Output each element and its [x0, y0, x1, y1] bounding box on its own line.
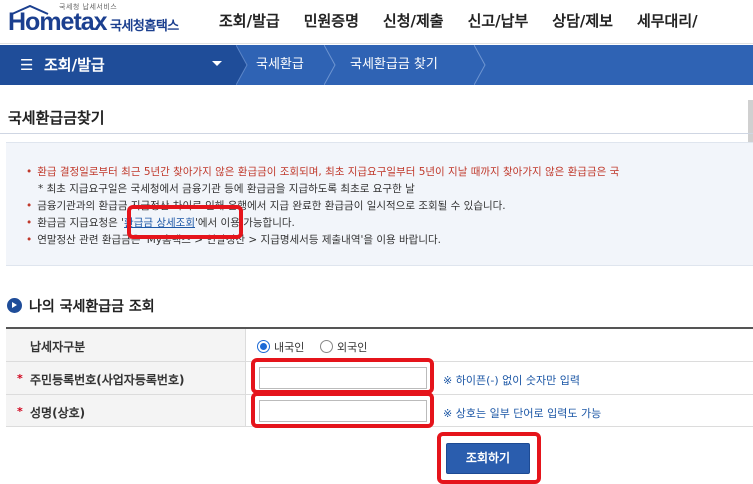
notice-item-expiry: • 환급 결정일로부터 최근 5년간 찾아가지 않은 환급금이 조회되며, 최초 …	[26, 166, 620, 178]
label-cell: * 주민등록번호(사업자등록번호)	[6, 362, 246, 394]
title-divider	[0, 133, 753, 134]
circle-arrow-icon	[7, 298, 22, 313]
highlight-box-link	[127, 205, 243, 239]
location-bar: ☰ 조회/발급 국세환급 국세환급금 찾기	[0, 45, 753, 85]
nav-filing-payment[interactable]: 신고/납부	[459, 0, 538, 44]
breadcrumb-separator-icon	[474, 45, 486, 85]
name-hint: ※ 상호는 일부 단어로 입력도 가능	[443, 407, 602, 420]
notice-text: 환급금 지급요청은 '	[37, 217, 125, 229]
id-number-hint: ※ 하이픈(-) 없이 숫자만 입력	[443, 374, 580, 387]
logo-text: Hometax	[8, 8, 108, 36]
highlight-box-button	[437, 432, 541, 484]
label-cell: * 성명(상호)	[6, 395, 246, 426]
hometax-logo[interactable]: 국세청 납세서비스 Hometax 국세청홈택스	[6, 2, 192, 42]
nav-application[interactable]: 신청/제출	[374, 0, 453, 44]
radio-foreign[interactable]	[320, 340, 333, 353]
notice-sub-item: * 최초 지급요구일은 국세청에서 금융기관 등에 환급금을 지급하도록 최초로…	[38, 183, 415, 195]
nav-civil-certificate[interactable]: 민원증명	[295, 0, 368, 44]
required-mark: *	[17, 372, 23, 385]
radio-foreign-label[interactable]: 외국인	[337, 339, 367, 355]
page-title: 국세환급금찾기	[8, 109, 105, 127]
notice-text: 금융기관과의 환급금 지급정산 차이로 인해 은행에서 지급 완료한 환급금이 …	[37, 200, 506, 212]
taxpayer-type-label: 납세자구분	[30, 340, 86, 354]
notice-item-settlement: • 금융기관과의 환급금 지급정산 차이로 인해 은행에서 지급 완료한 환급금이…	[26, 200, 506, 212]
label-cell: 납세자구분	[6, 329, 246, 361]
notice-text: 환급 결정일로부터 최근 5년간 찾아가지 않은 환급금이 조회되며, 최초 지…	[37, 166, 620, 178]
location-menu-label: 조회/발급	[44, 56, 105, 74]
logo-korean-text: 국세청홈택스	[110, 19, 179, 34]
required-mark: *	[17, 405, 23, 418]
nav-consult-report[interactable]: 상담/제보	[543, 0, 622, 44]
notice-box: • 환급 결정일로부터 최근 5년간 찾아가지 않은 환급금이 조회되며, 최초 …	[6, 142, 753, 266]
highlight-box-id	[251, 358, 434, 394]
nav-tax-agent[interactable]: 세무대리/	[628, 0, 707, 44]
name-label: 성명(상호)	[30, 406, 86, 420]
radio-domestic[interactable]	[257, 340, 270, 353]
highlight-box-name	[251, 392, 434, 428]
location-menu-dropdown[interactable]: ☰ 조회/발급	[0, 45, 236, 85]
section-title: 나의 국세환급금 조회	[29, 299, 155, 315]
hamburger-icon: ☰	[20, 56, 34, 74]
id-number-label: 주민등록번호(사업자등록번호)	[30, 373, 185, 387]
breadcrumb-find-refund[interactable]: 국세환급금 찾기	[350, 45, 438, 85]
caret-down-icon	[212, 61, 222, 66]
top-header: 국세청 납세서비스 Hometax 국세청홈택스 조회/발급 민원증명 신청/제…	[0, 0, 753, 44]
radio-domestic-label[interactable]: 내국인	[274, 339, 304, 355]
nav-inquiry-issue[interactable]: 조회/발급	[210, 0, 289, 44]
breadcrumb-separator-icon	[324, 45, 336, 85]
breadcrumb-tax-refund[interactable]: 국세환급	[256, 45, 304, 85]
breadcrumb-separator-icon	[236, 45, 248, 85]
global-nav: 조회/발급 민원증명 신청/제출 신고/납부 상담/제보 세무대리/	[210, 0, 713, 44]
